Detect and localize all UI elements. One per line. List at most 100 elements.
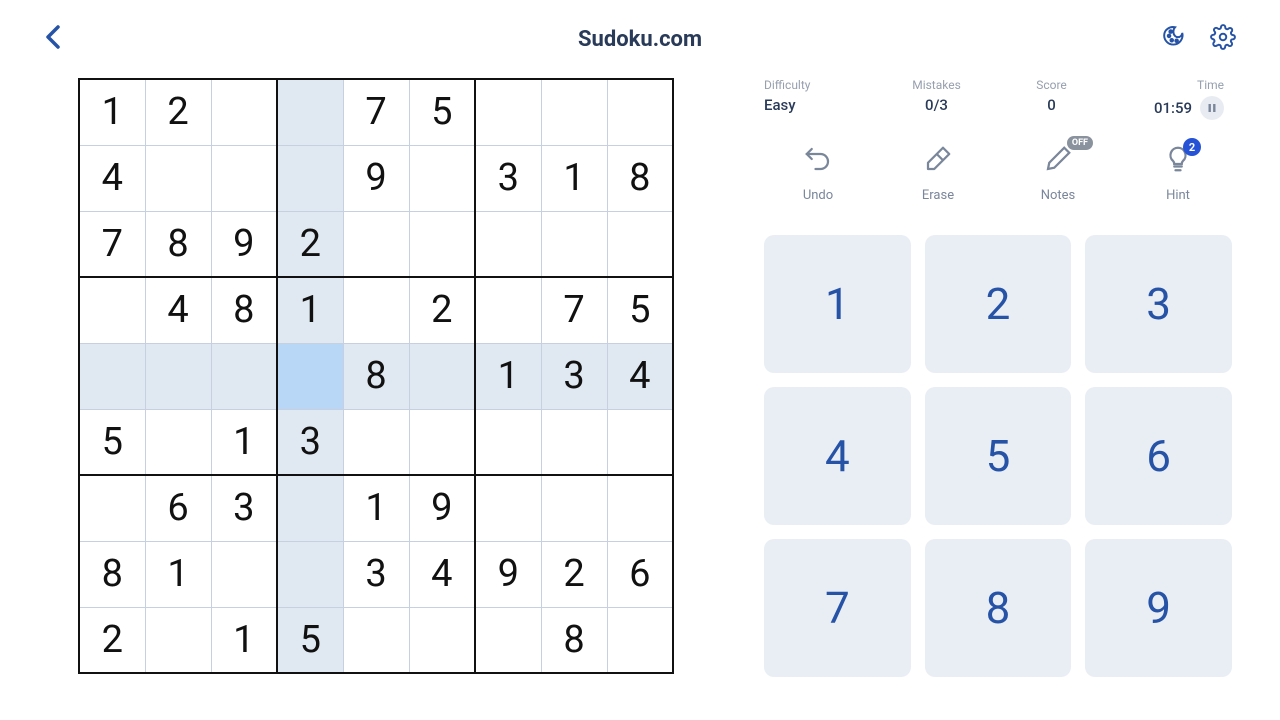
cell-r3-c3[interactable]: 1 — [277, 277, 343, 343]
cell-r6-c6[interactable] — [475, 475, 541, 541]
cell-r0-c3[interactable] — [277, 79, 343, 145]
cell-r0-c4[interactable]: 7 — [343, 79, 409, 145]
cell-r1-c5[interactable] — [409, 145, 475, 211]
cell-r0-c1[interactable]: 2 — [145, 79, 211, 145]
cell-r4-c7[interactable]: 3 — [541, 343, 607, 409]
cell-r4-c6[interactable]: 1 — [475, 343, 541, 409]
cell-r8-c3[interactable]: 5 — [277, 607, 343, 673]
numkey-5[interactable]: 5 — [925, 387, 1072, 525]
cell-r8-c4[interactable] — [343, 607, 409, 673]
undo-button[interactable]: Undo — [776, 144, 860, 203]
cell-r6-c7[interactable] — [541, 475, 607, 541]
cell-r0-c6[interactable] — [475, 79, 541, 145]
cell-r1-c2[interactable] — [211, 145, 277, 211]
cell-r8-c8[interactable] — [607, 607, 673, 673]
cell-r7-c5[interactable]: 4 — [409, 541, 475, 607]
cell-r7-c0[interactable]: 8 — [79, 541, 145, 607]
cell-r7-c3[interactable] — [277, 541, 343, 607]
settings-icon[interactable] — [1210, 24, 1236, 54]
cell-r7-c4[interactable]: 3 — [343, 541, 409, 607]
cell-r6-c4[interactable]: 1 — [343, 475, 409, 541]
cell-r5-c0[interactable]: 5 — [79, 409, 145, 475]
cell-r7-c7[interactable]: 2 — [541, 541, 607, 607]
cell-r2-c5[interactable] — [409, 211, 475, 277]
cell-r2-c6[interactable] — [475, 211, 541, 277]
cell-r5-c2[interactable]: 1 — [211, 409, 277, 475]
cell-r8-c1[interactable] — [145, 607, 211, 673]
cell-r2-c2[interactable]: 9 — [211, 211, 277, 277]
cell-r0-c8[interactable] — [607, 79, 673, 145]
cell-r6-c5[interactable]: 9 — [409, 475, 475, 541]
cell-r2-c8[interactable] — [607, 211, 673, 277]
cell-r4-c0[interactable] — [79, 343, 145, 409]
cell-r8-c6[interactable] — [475, 607, 541, 673]
cell-r6-c0[interactable] — [79, 475, 145, 541]
numkey-2[interactable]: 2 — [925, 235, 1072, 373]
numkey-1[interactable]: 1 — [764, 235, 911, 373]
pause-button[interactable] — [1200, 96, 1224, 120]
cell-r4-c3[interactable] — [277, 343, 343, 409]
cell-r4-c2[interactable] — [211, 343, 277, 409]
cell-r4-c4[interactable]: 8 — [343, 343, 409, 409]
undo-icon — [803, 144, 833, 178]
erase-button[interactable]: Erase — [896, 144, 980, 203]
cell-r6-c1[interactable]: 6 — [145, 475, 211, 541]
hint-button[interactable]: 2 Hint — [1136, 144, 1220, 203]
numkey-9[interactable]: 9 — [1085, 539, 1232, 677]
cell-r1-c4[interactable]: 9 — [343, 145, 409, 211]
cell-r5-c7[interactable] — [541, 409, 607, 475]
cell-r8-c0[interactable]: 2 — [79, 607, 145, 673]
cell-r4-c8[interactable]: 4 — [607, 343, 673, 409]
cell-r5-c3[interactable]: 3 — [277, 409, 343, 475]
numkey-7[interactable]: 7 — [764, 539, 911, 677]
cell-r3-c5[interactable]: 2 — [409, 277, 475, 343]
cell-r3-c2[interactable]: 8 — [211, 277, 277, 343]
cell-r2-c7[interactable] — [541, 211, 607, 277]
cell-r7-c1[interactable]: 1 — [145, 541, 211, 607]
cell-r2-c3[interactable]: 2 — [277, 211, 343, 277]
cell-r1-c0[interactable]: 4 — [79, 145, 145, 211]
cell-r1-c6[interactable]: 3 — [475, 145, 541, 211]
numkey-6[interactable]: 6 — [1085, 387, 1232, 525]
cell-r1-c3[interactable] — [277, 145, 343, 211]
cell-r1-c8[interactable]: 8 — [607, 145, 673, 211]
cell-r7-c2[interactable] — [211, 541, 277, 607]
cell-r1-c1[interactable] — [145, 145, 211, 211]
cell-r3-c8[interactable]: 5 — [607, 277, 673, 343]
cell-r0-c7[interactable] — [541, 79, 607, 145]
stat-mistakes: Mistakes 0/3 — [879, 78, 994, 114]
numkey-8[interactable]: 8 — [925, 539, 1072, 677]
cell-r3-c4[interactable] — [343, 277, 409, 343]
cell-r1-c7[interactable]: 1 — [541, 145, 607, 211]
cell-r2-c1[interactable]: 8 — [145, 211, 211, 277]
cell-r3-c1[interactable]: 4 — [145, 277, 211, 343]
cell-r3-c6[interactable] — [475, 277, 541, 343]
cell-r2-c4[interactable] — [343, 211, 409, 277]
cell-r3-c7[interactable]: 7 — [541, 277, 607, 343]
cell-r6-c3[interactable] — [277, 475, 343, 541]
cell-r8-c7[interactable]: 8 — [541, 607, 607, 673]
cell-r7-c6[interactable]: 9 — [475, 541, 541, 607]
cell-r6-c2[interactable]: 3 — [211, 475, 277, 541]
back-button[interactable] — [44, 24, 62, 54]
cell-r5-c8[interactable] — [607, 409, 673, 475]
cell-r5-c4[interactable] — [343, 409, 409, 475]
cell-r5-c5[interactable] — [409, 409, 475, 475]
cell-r4-c1[interactable] — [145, 343, 211, 409]
notes-button[interactable]: OFF Notes — [1016, 144, 1100, 203]
numkey-4[interactable]: 4 — [764, 387, 911, 525]
theme-icon[interactable] — [1162, 24, 1188, 54]
numkey-3[interactable]: 3 — [1085, 235, 1232, 373]
cell-r4-c5[interactable] — [409, 343, 475, 409]
cell-r8-c2[interactable]: 1 — [211, 607, 277, 673]
cell-r2-c0[interactable]: 7 — [79, 211, 145, 277]
cell-r0-c0[interactable]: 1 — [79, 79, 145, 145]
cell-r5-c1[interactable] — [145, 409, 211, 475]
cell-r0-c5[interactable]: 5 — [409, 79, 475, 145]
cell-r6-c8[interactable] — [607, 475, 673, 541]
cell-r5-c6[interactable] — [475, 409, 541, 475]
cell-r8-c5[interactable] — [409, 607, 475, 673]
cell-r0-c2[interactable] — [211, 79, 277, 145]
cell-r3-c0[interactable] — [79, 277, 145, 343]
cell-r7-c8[interactable]: 6 — [607, 541, 673, 607]
